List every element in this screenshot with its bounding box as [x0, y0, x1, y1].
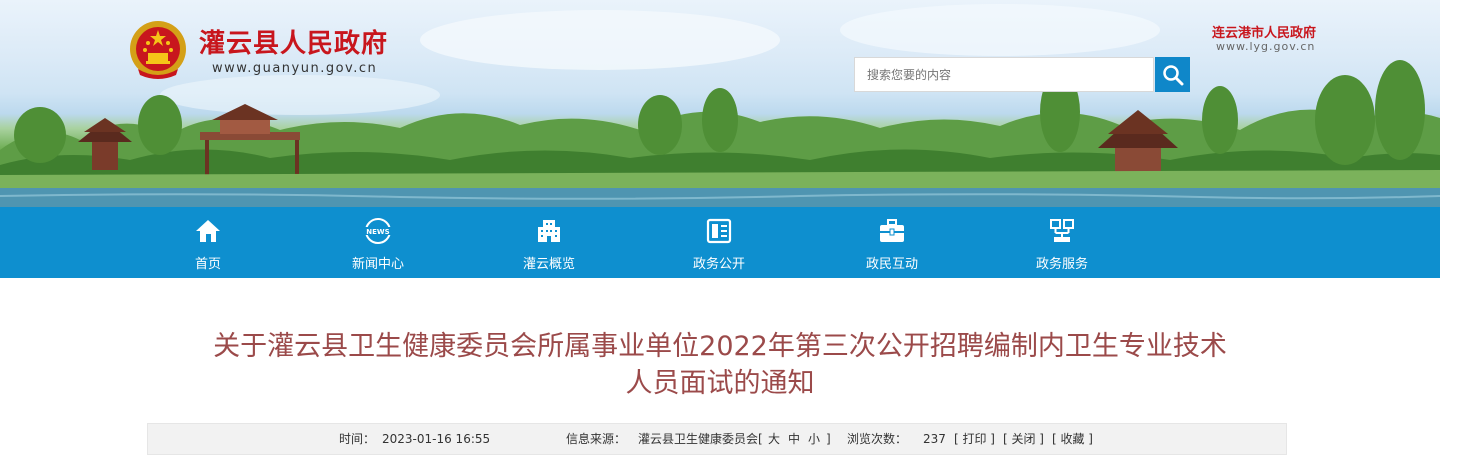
views-label: 浏览次数： [847, 432, 908, 446]
parent-site-link[interactable]: 连云港市人民政府 [1212, 22, 1316, 41]
search-icon [1162, 64, 1183, 85]
font-size-bracket-close: ] [826, 432, 831, 446]
main-nav: 首页 NEWS 新闻中心 灌云概览 政务公开 政民互动 政务服务 [0, 207, 1440, 278]
nav-item-home[interactable]: 首页 [153, 207, 263, 278]
article-title-line2: 人员面试的通知 [625, 368, 815, 399]
briefcase-icon [880, 219, 904, 242]
nav-label: 政务服务 [1035, 257, 1088, 272]
nav-item-services[interactable]: 政务服务 [1007, 207, 1117, 278]
home-icon [196, 220, 220, 242]
nav-label: 政民互动 [865, 257, 918, 272]
font-size-bracket-open: [ [758, 432, 763, 446]
open-book-icon [706, 218, 732, 244]
print-link[interactable]: [ 打印 ] [954, 424, 995, 454]
nav-item-overview[interactable]: 灌云概览 [494, 207, 604, 278]
views-count: 237 [923, 432, 946, 446]
time-label: 时间： [339, 432, 376, 446]
search-input[interactable] [854, 57, 1154, 92]
source-label: 信息来源： [566, 432, 627, 446]
nav-label: 灌云概览 [522, 257, 575, 272]
article-title-line1: 关于灌云县卫生健康委员会所属事业单位2022年第三次公开招聘编制内卫生专业技术 [213, 331, 1227, 362]
header-banner: 灌云县人民政府 www.guanyun.gov.cn 连云港市人民政府 www.… [0, 0, 1440, 207]
nav-label: 新闻中心 [351, 257, 404, 272]
national-emblem-icon [130, 21, 186, 79]
font-size-medium[interactable]: 中 [788, 424, 800, 454]
source-value: 灌云县卫生健康委员会 [638, 432, 759, 446]
parent-site-url: www.lyg.gov.cn [1216, 40, 1316, 53]
nav-item-gov-affairs[interactable]: 政务公开 [664, 207, 774, 278]
nav-label: 首页 [194, 257, 221, 272]
close-link[interactable]: [ 关闭 ] [1003, 424, 1044, 454]
font-size-large[interactable]: 大 [768, 424, 780, 454]
site-url: www.guanyun.gov.cn [212, 61, 378, 76]
building-icon [538, 220, 560, 242]
svg-text:NEWS: NEWS [366, 228, 389, 236]
nav-label: 政务公开 [692, 257, 745, 272]
search-button[interactable] [1155, 57, 1190, 92]
article-meta-bar: 时间： 2023-01-16 16:55 信息来源： 灌云县卫生健康委员会 [ … [147, 423, 1287, 455]
site-name[interactable]: 灌云县人民政府 [199, 23, 388, 60]
news-icon: NEWS [365, 218, 391, 244]
font-size-small[interactable]: 小 [808, 424, 820, 454]
publish-time: 2023-01-16 16:55 [382, 432, 491, 446]
nav-item-interaction[interactable]: 政民互动 [837, 207, 947, 278]
favorite-link[interactable]: [ 收藏 ] [1052, 424, 1093, 454]
article-title: 关于灌云县卫生健康委员会所属事业单位2022年第三次公开招聘编制内卫生专业技术 … [150, 328, 1290, 402]
nav-item-news[interactable]: NEWS 新闻中心 [323, 207, 433, 278]
network-icon [1050, 219, 1074, 242]
